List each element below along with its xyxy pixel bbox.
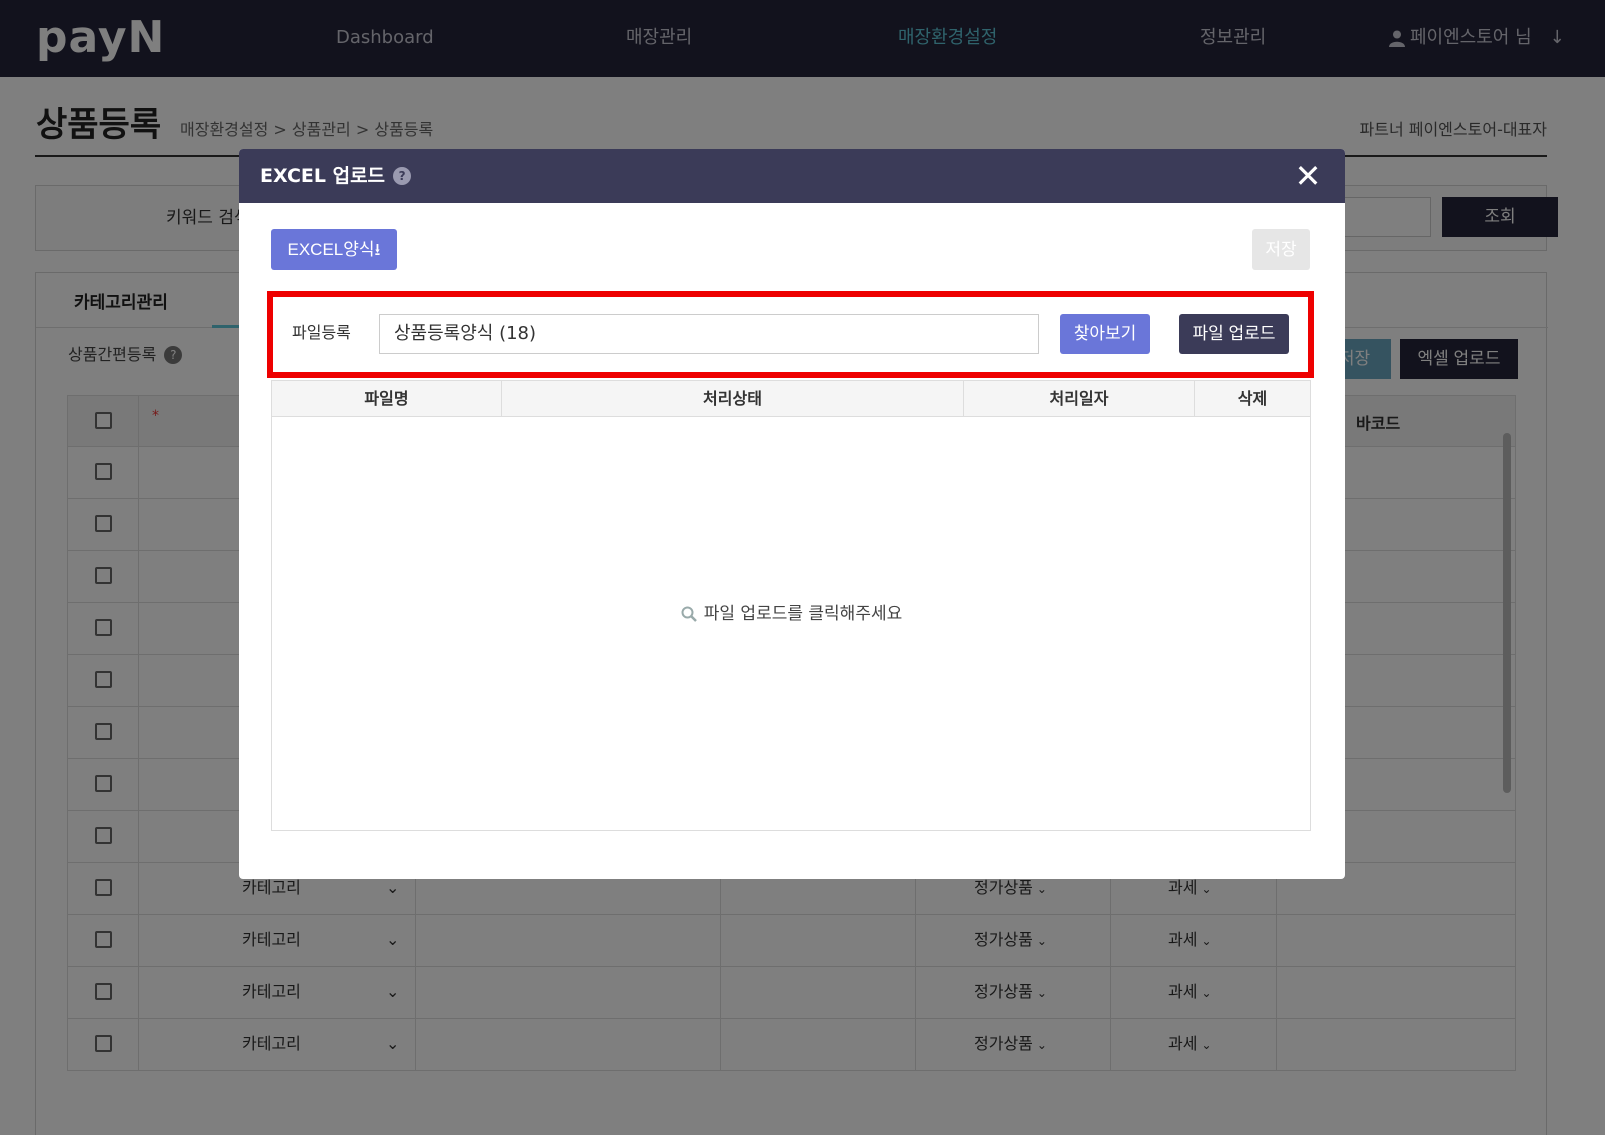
- search-icon: [681, 606, 697, 622]
- upload-file-table: 파일명 처리상태 처리일자 삭제 파일 업로드를 클릭해주세요: [271, 380, 1311, 831]
- modal-title: EXCEL 업로드 ?: [260, 163, 412, 189]
- column-header-file-name: 파일명: [272, 381, 502, 417]
- modal-title-text: EXCEL 업로드: [260, 165, 386, 187]
- excel-upload-modal: EXCEL 업로드 ? ✕ EXCEL양식⭳ 저장 파일등록 상품등록양식 (1…: [239, 149, 1345, 879]
- modal-header: EXCEL 업로드 ? ✕: [239, 149, 1345, 203]
- file-table-header: 파일명 처리상태 처리일자 삭제: [272, 381, 1310, 417]
- column-header-delete: 삭제: [1237, 389, 1268, 408]
- column-header-date: 처리일자: [964, 381, 1195, 417]
- empty-state-message: 파일 업로드를 클릭해주세요: [272, 601, 1310, 627]
- modal-save-button[interactable]: 저장: [1252, 229, 1310, 270]
- file-upload-button[interactable]: 파일 업로드: [1179, 314, 1289, 354]
- file-name-field[interactable]: 상품등록양식 (18): [379, 314, 1039, 354]
- empty-state-text: 파일 업로드를 클릭해주세요: [703, 604, 903, 624]
- column-header-status: 처리상태: [502, 381, 964, 417]
- question-icon[interactable]: ?: [393, 167, 412, 185]
- close-icon[interactable]: ✕: [1291, 159, 1325, 193]
- download-icon: ⭳: [374, 240, 381, 259]
- browse-button[interactable]: 찾아보기: [1060, 314, 1150, 354]
- excel-template-download-button[interactable]: EXCEL양식⭳: [271, 229, 397, 270]
- file-register-label: 파일등록: [292, 323, 351, 342]
